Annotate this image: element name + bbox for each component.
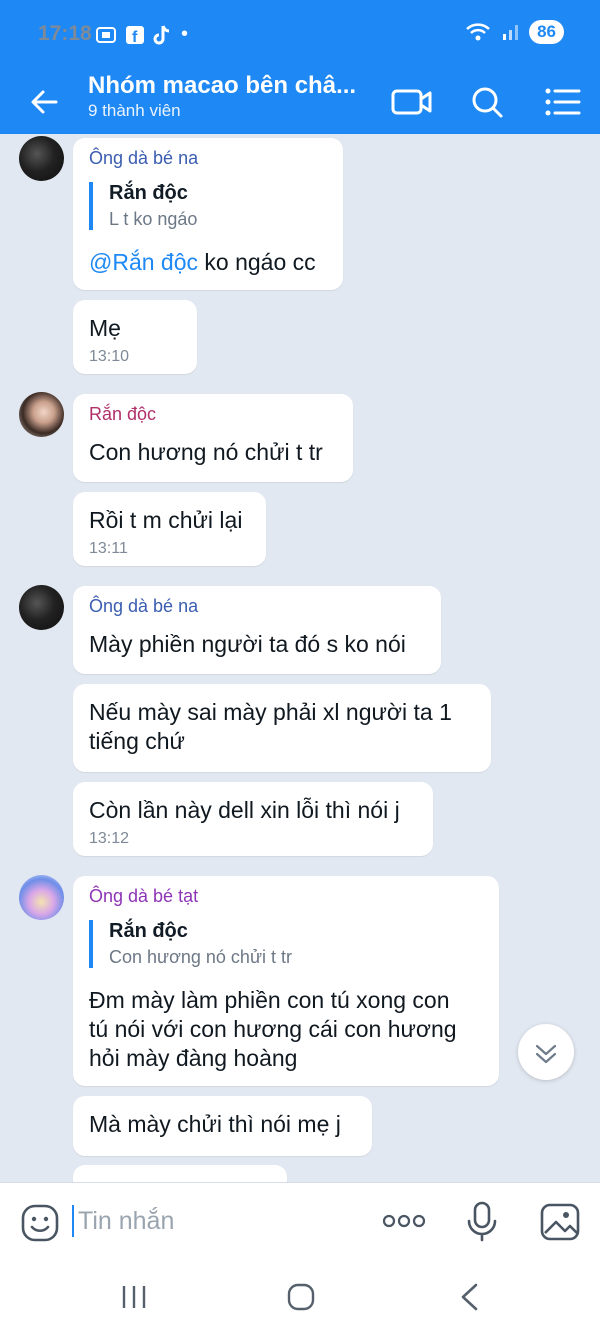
sender-name: Ông dà bé na bbox=[89, 148, 199, 168]
message-time: 13:12 bbox=[89, 830, 130, 847]
sender-name: Ông dà bé tạt bbox=[89, 886, 199, 906]
message-bubble[interactable]: Ông dà bé na Rắn độc L t ko ngáo @Rắn độ… bbox=[73, 138, 343, 290]
dot-icon: • bbox=[181, 23, 189, 45]
sender-name: Rắn độc bbox=[89, 404, 157, 424]
search-icon[interactable] bbox=[465, 82, 509, 122]
battery-indicator: 86 bbox=[529, 20, 564, 44]
message-bubble[interactable]: Mà mày chửi thì nói mẹ j bbox=[73, 1096, 372, 1156]
svg-text:f: f bbox=[132, 29, 138, 45]
wifi-icon bbox=[466, 23, 490, 41]
notification-icons: f • bbox=[95, 23, 188, 46]
message-bubble[interactable]: Nếu mày sai mày phải xl người ta 1 tiếng… bbox=[73, 684, 491, 772]
message-bubble[interactable] bbox=[73, 1165, 287, 1182]
avatar[interactable] bbox=[19, 392, 64, 437]
chevron-down-icon bbox=[535, 1044, 557, 1064]
message-text: Còn lần này dell xin lỗi thì nói j bbox=[89, 797, 400, 823]
quote-author: Rắn độc bbox=[109, 920, 188, 942]
message-text: Mày phiền người ta đó s ko nói bbox=[89, 631, 406, 657]
quoted-message[interactable]: Rắn độc Con hương nó chửi t tr bbox=[89, 920, 292, 968]
mention-link[interactable]: @Rắn độc bbox=[89, 249, 198, 275]
mic-icon[interactable] bbox=[466, 1201, 498, 1243]
message-text: Đm mày làm phiền con tú xong con tú nói … bbox=[89, 987, 457, 1071]
status-time: 17:18 bbox=[38, 22, 92, 45]
message-text: Con hương nó chửi t tr bbox=[89, 439, 323, 465]
message-bubble[interactable]: Rồi t m chửi lại 13:11 bbox=[73, 492, 266, 566]
menu-icon[interactable] bbox=[540, 82, 584, 122]
avatar[interactable] bbox=[19, 875, 64, 920]
text-caret bbox=[72, 1205, 74, 1237]
quote-author: Rắn độc bbox=[109, 182, 188, 204]
message-bubble[interactable]: Ông dà bé tạt Rắn độc Con hương nó chửi … bbox=[73, 876, 499, 1086]
message-bubble[interactable]: Mẹ 13:10 bbox=[73, 300, 197, 374]
message-text: @Rắn độc ko ngáo cc bbox=[89, 249, 316, 275]
status-bar: 17:18 f • 86 bbox=[0, 0, 600, 70]
quote-text: Con hương nó chửi t tr bbox=[109, 947, 292, 967]
avatar[interactable] bbox=[19, 136, 64, 181]
system-status: 86 bbox=[465, 20, 564, 44]
message-text: Rồi t m chửi lại bbox=[89, 507, 243, 533]
message-time: 13:11 bbox=[89, 540, 128, 557]
system-nav-bar bbox=[0, 1260, 600, 1333]
image-icon[interactable] bbox=[540, 1203, 580, 1241]
group-title[interactable]: Nhóm macao bên châ... bbox=[88, 72, 356, 100]
home-icon[interactable] bbox=[286, 1282, 316, 1312]
message-time: 13:10 bbox=[89, 348, 130, 365]
back-nav-icon[interactable] bbox=[456, 1282, 482, 1312]
more-icon[interactable] bbox=[382, 1211, 426, 1231]
avatar[interactable] bbox=[19, 585, 64, 630]
message-text: Mà mày chửi thì nói mẹ j bbox=[89, 1111, 341, 1137]
message-text: Nếu mày sai mày phải xl người ta 1 tiếng… bbox=[89, 699, 452, 754]
screenshot-icon bbox=[96, 26, 116, 43]
message-bubble[interactable]: Còn lần này dell xin lỗi thì nói j 13:12 bbox=[73, 782, 433, 856]
signal-icon bbox=[503, 25, 519, 40]
scroll-to-bottom-button[interactable] bbox=[518, 1024, 574, 1080]
message-list[interactable]: Ông dà bé na Rắn độc L t ko ngáo @Rắn độ… bbox=[0, 134, 600, 1182]
message-input[interactable]: Tin nhắn bbox=[78, 1207, 174, 1236]
back-icon[interactable] bbox=[26, 84, 62, 120]
message-composer: Tin nhắn bbox=[0, 1182, 600, 1261]
tiktok-icon bbox=[153, 24, 170, 44]
video-call-icon[interactable] bbox=[390, 82, 434, 122]
sender-name: Ông dà bé na bbox=[89, 596, 199, 616]
quoted-message[interactable]: Rắn độc L t ko ngáo bbox=[89, 182, 197, 230]
message-bubble[interactable]: Ông dà bé na Mày phiền người ta đó s ko … bbox=[73, 586, 441, 674]
chat-header: Nhóm macao bên châ... 9 thành viên bbox=[0, 70, 600, 134]
recent-apps-icon[interactable] bbox=[120, 1284, 148, 1310]
emoji-icon[interactable] bbox=[20, 1203, 60, 1243]
facebook-icon: f bbox=[126, 25, 144, 45]
message-bubble[interactable]: Rắn độc Con hương nó chửi t tr bbox=[73, 394, 353, 482]
member-count[interactable]: 9 thành viên bbox=[88, 101, 181, 121]
message-text: Mẹ bbox=[89, 315, 121, 341]
quote-text: L t ko ngáo bbox=[109, 209, 198, 229]
